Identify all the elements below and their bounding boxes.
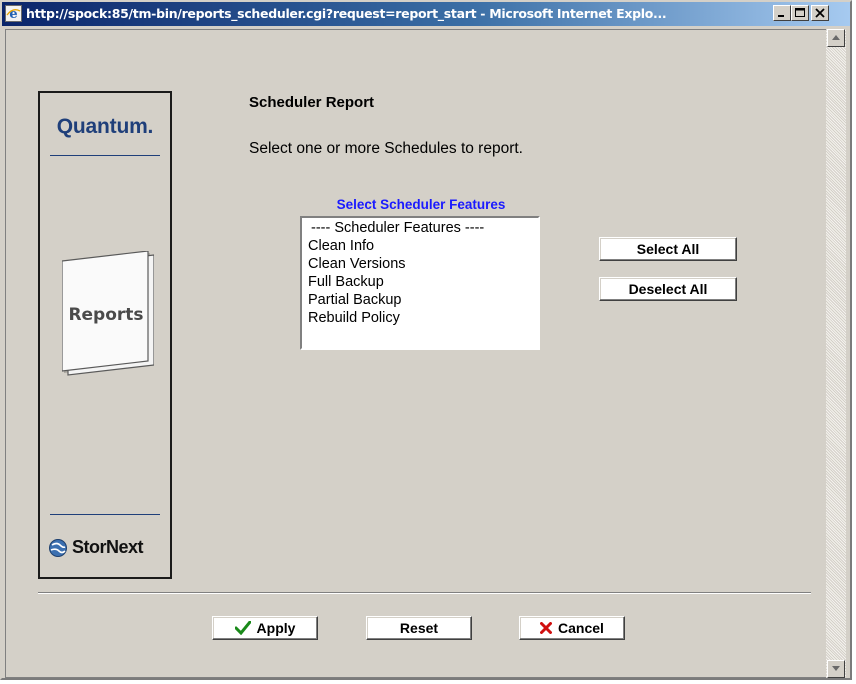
reset-button[interactable]: Reset [366, 616, 472, 640]
x-icon [540, 622, 553, 634]
footer-divider [38, 592, 811, 594]
list-item[interactable]: Rebuild Policy [305, 309, 535, 327]
reports-label: Reports [68, 305, 144, 325]
arrow-up-icon [832, 35, 840, 40]
select-all-label: Select All [636, 241, 700, 257]
list-item[interactable]: Clean Versions [305, 255, 535, 273]
reset-label: Reset [399, 620, 439, 636]
select-all-button[interactable]: Select All [599, 237, 737, 261]
cancel-label: Cancel [558, 620, 604, 636]
internet-explorer-icon: e [5, 5, 22, 22]
minimize-button[interactable] [773, 5, 791, 21]
features-label: Select Scheduler Features [336, 197, 506, 212]
scroll-down-button[interactable] [827, 660, 845, 678]
brand-divider-top [50, 155, 160, 156]
arrow-down-icon [832, 666, 840, 671]
apply-button[interactable]: Apply [212, 616, 318, 640]
list-item[interactable]: ---- Scheduler Features ---- [305, 219, 535, 237]
deselect-all-label: Deselect All [628, 281, 708, 297]
deselect-all-button[interactable]: Deselect All [599, 277, 737, 301]
page-title: Scheduler Report [249, 94, 375, 111]
apply-label: Apply [256, 620, 296, 636]
stornext-logo: StorNext [48, 536, 168, 560]
title-bar[interactable]: e http://spock:85/tm-bin/reports_schedul… [2, 2, 850, 26]
scheduler-features-listbox[interactable]: ---- Scheduler Features ---- Clean Info … [300, 216, 540, 350]
page-description: Select one or more Schedules to report. [249, 140, 523, 157]
list-item[interactable]: Full Backup [305, 273, 535, 291]
scroll-up-button[interactable] [827, 29, 845, 47]
close-button[interactable] [811, 5, 829, 21]
check-icon [234, 621, 251, 635]
close-icon [815, 8, 825, 18]
list-item[interactable]: Partial Backup [305, 291, 535, 309]
brand-panel: Quantum. Reports StorNext [38, 91, 172, 579]
maximize-button[interactable] [791, 5, 809, 21]
globe-icon [49, 539, 67, 557]
minimize-icon [778, 15, 784, 17]
list-item[interactable]: Clean Info [305, 237, 535, 255]
vertical-scrollbar[interactable] [826, 29, 846, 678]
window-title: http://spock:85/tm-bin/reports_scheduler… [26, 6, 667, 21]
cancel-button[interactable]: Cancel [519, 616, 625, 640]
stornext-label: StorNext [72, 537, 144, 557]
brand-divider-bottom [50, 514, 160, 515]
quantum-logo: Quantum. [56, 115, 154, 138]
browser-window: e http://spock:85/tm-bin/reports_schedul… [0, 0, 852, 680]
maximize-icon [795, 8, 805, 17]
